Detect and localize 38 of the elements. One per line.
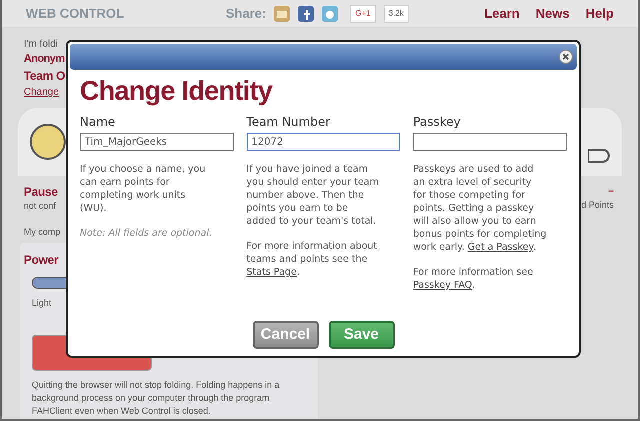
field-label: Passkey [413, 116, 462, 129]
intro-text: I'm foldi [24, 39, 58, 51]
text-field[interactable]: 12072 [246, 133, 400, 151]
change-link[interactable]: Change [24, 85, 60, 100]
quit-note: Quitting the browser will not stop folding. Folding happens in a background process on your computer through the program FAHClient even when Web Control is closed. [32, 378, 281, 418]
close-icon[interactable] [559, 50, 573, 64]
points-label: d Points [581, 199, 614, 212]
help-text: For more information see Passkey FAQ. [413, 266, 534, 292]
share-label: Share: [226, 4, 266, 23]
field-label: Name [80, 116, 116, 129]
field-label: Team Number [246, 116, 332, 129]
brand-title: WEB CONTROL [26, 4, 126, 23]
share-count: 3.2k [384, 4, 409, 22]
nav-link[interactable]: News [536, 4, 570, 24]
power-min-label: Light [32, 297, 53, 310]
help-text: Passkeys are used to add an extra level of security for those competing for points. Getting a passkey will also allow you to earn bonus points for completing work early. Get a Passkey. [413, 163, 547, 254]
help-text: For more information about teams and points see the Stats Page. [246, 240, 378, 279]
nav-link[interactable]: Help [586, 4, 614, 24]
text-link[interactable]: Passkey FAQ [413, 280, 472, 291]
nav-link[interactable]: Learn [484, 4, 520, 24]
team-name: Team O [24, 68, 66, 85]
google-plus-button[interactable]: G+1 [350, 4, 376, 22]
power-title: Power [24, 252, 59, 269]
user-name: Anonym [24, 52, 65, 67]
status-note: not conf [24, 200, 56, 213]
text-link[interactable]: Stats Page [246, 267, 297, 278]
text-link[interactable]: Get a Passkey [468, 242, 533, 253]
note-text: Note: All fields are optional. [80, 227, 214, 240]
dialog-title: Change Identity [79, 75, 274, 108]
status-title: Pause [24, 184, 58, 200]
text-field[interactable]: Tim_MajorGeeks [80, 133, 234, 151]
status-light [30, 124, 66, 160]
help-text: If you have joined a team you should enter your team number above. Then the points you earn to be added to your team's total. [246, 163, 380, 228]
points-value: – [608, 185, 614, 199]
help-text: If you choose a name, you can earn points for completing work units (WU). [80, 163, 207, 215]
text-field[interactable] [413, 133, 567, 151]
progress-track-drawing [588, 149, 610, 163]
computer-text: My comp [24, 226, 61, 239]
